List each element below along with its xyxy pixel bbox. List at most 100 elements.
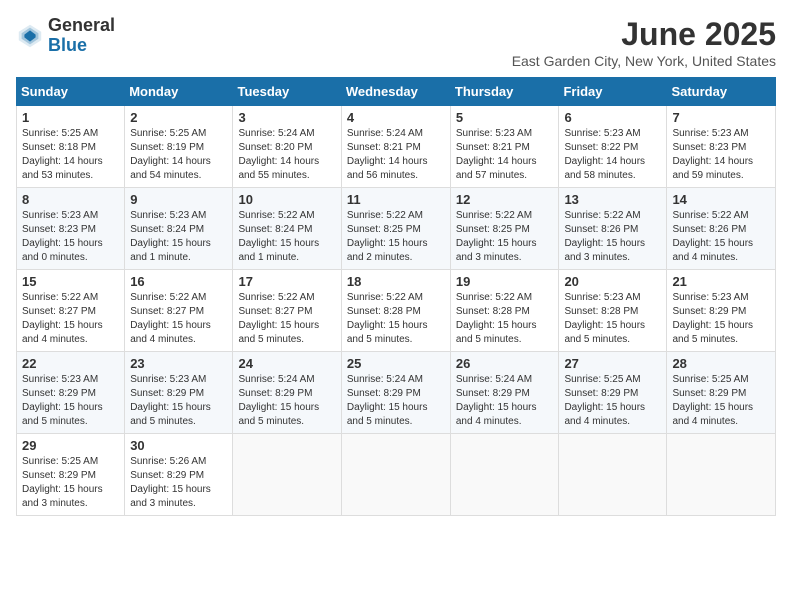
day-number: 19	[456, 274, 554, 289]
calendar-cell: 29 Sunrise: 5:25 AMSunset: 8:29 PMDayligh…	[17, 434, 125, 516]
day-number: 22	[22, 356, 119, 371]
day-number: 29	[22, 438, 119, 453]
day-of-week-header: Thursday	[450, 78, 559, 106]
day-of-week-header: Wednesday	[341, 78, 450, 106]
calendar-cell: 9 Sunrise: 5:23 AMSunset: 8:24 PMDaylight…	[125, 188, 233, 270]
calendar-cell: 1 Sunrise: 5:25 AMSunset: 8:18 PMDaylight…	[17, 106, 125, 188]
calendar-header-row: SundayMondayTuesdayWednesdayThursdayFrid…	[17, 78, 776, 106]
calendar-row: 15 Sunrise: 5:22 AMSunset: 8:27 PMDayligh…	[17, 270, 776, 352]
calendar-cell: 11 Sunrise: 5:22 AMSunset: 8:25 PMDayligh…	[341, 188, 450, 270]
day-info: Sunrise: 5:23 AMSunset: 8:29 PMDaylight:…	[130, 373, 227, 429]
day-number: 7	[672, 110, 770, 125]
calendar-title: June 2025	[512, 16, 776, 53]
day-number: 15	[22, 274, 119, 289]
day-number: 12	[456, 192, 554, 207]
calendar-cell: 24 Sunrise: 5:24 AMSunset: 8:29 PMDayligh…	[233, 352, 341, 434]
day-number: 3	[238, 110, 335, 125]
calendar-cell: 28 Sunrise: 5:25 AMSunset: 8:29 PMDayligh…	[667, 352, 776, 434]
day-info: Sunrise: 5:25 AMSunset: 8:29 PMDaylight:…	[672, 373, 770, 429]
day-info: Sunrise: 5:23 AMSunset: 8:24 PMDaylight:…	[130, 209, 227, 265]
day-info: Sunrise: 5:22 AMSunset: 8:24 PMDaylight:…	[238, 209, 335, 265]
calendar-cell: 14Sunrise: 5:22 AMSunset: 8:26 PMDayligh…	[667, 188, 776, 270]
calendar-location: East Garden City, New York, United State…	[512, 53, 776, 69]
calendar-cell: 20Sunrise: 5:23 AMSunset: 8:28 PMDayligh…	[559, 270, 667, 352]
day-info: Sunrise: 5:22 AMSunset: 8:25 PMDaylight:…	[456, 209, 554, 265]
day-number: 1	[22, 110, 119, 125]
calendar-cell: 4 Sunrise: 5:24 AMSunset: 8:21 PMDaylight…	[341, 106, 450, 188]
calendar-cell: 2 Sunrise: 5:25 AMSunset: 8:19 PMDaylight…	[125, 106, 233, 188]
day-info: Sunrise: 5:23 AMSunset: 8:23 PMDaylight:…	[672, 127, 770, 183]
calendar-cell: 8 Sunrise: 5:23 AMSunset: 8:23 PMDaylight…	[17, 188, 125, 270]
day-number: 28	[672, 356, 770, 371]
day-number: 9	[130, 192, 227, 207]
day-info: Sunrise: 5:22 AMSunset: 8:28 PMDaylight:…	[456, 291, 554, 347]
calendar-cell	[667, 434, 776, 516]
day-of-week-header: Sunday	[17, 78, 125, 106]
day-info: Sunrise: 5:22 AMSunset: 8:28 PMDaylight:…	[347, 291, 445, 347]
day-number: 5	[456, 110, 554, 125]
day-info: Sunrise: 5:22 AMSunset: 8:26 PMDaylight:…	[564, 209, 661, 265]
day-number: 4	[347, 110, 445, 125]
day-info: Sunrise: 5:25 AMSunset: 8:29 PMDaylight:…	[22, 455, 119, 511]
calendar-cell: 30Sunrise: 5:26 AMSunset: 8:29 PMDayligh…	[125, 434, 233, 516]
day-info: Sunrise: 5:22 AMSunset: 8:27 PMDaylight:…	[130, 291, 227, 347]
day-info: Sunrise: 5:25 AMSunset: 8:18 PMDaylight:…	[22, 127, 119, 183]
day-number: 26	[456, 356, 554, 371]
logo: General Blue	[16, 16, 115, 56]
calendar-cell: 7 Sunrise: 5:23 AMSunset: 8:23 PMDaylight…	[667, 106, 776, 188]
day-info: Sunrise: 5:23 AMSunset: 8:23 PMDaylight:…	[22, 209, 119, 265]
day-number: 18	[347, 274, 445, 289]
day-number: 24	[238, 356, 335, 371]
day-number: 8	[22, 192, 119, 207]
calendar-table: SundayMondayTuesdayWednesdayThursdayFrid…	[16, 77, 776, 516]
day-info: Sunrise: 5:22 AMSunset: 8:25 PMDaylight:…	[347, 209, 445, 265]
calendar-cell	[341, 434, 450, 516]
day-info: Sunrise: 5:22 AMSunset: 8:27 PMDaylight:…	[238, 291, 335, 347]
logo-icon	[16, 22, 44, 50]
day-info: Sunrise: 5:24 AMSunset: 8:29 PMDaylight:…	[238, 373, 335, 429]
calendar-cell	[450, 434, 559, 516]
calendar-cell: 19 Sunrise: 5:22 AMSunset: 8:28 PMDayligh…	[450, 270, 559, 352]
title-block: June 2025 East Garden City, New York, Un…	[512, 16, 776, 69]
day-of-week-header: Friday	[559, 78, 667, 106]
day-number: 6	[564, 110, 661, 125]
day-info: Sunrise: 5:23 AMSunset: 8:22 PMDaylight:…	[564, 127, 661, 183]
calendar-row: 8 Sunrise: 5:23 AMSunset: 8:23 PMDaylight…	[17, 188, 776, 270]
day-of-week-header: Saturday	[667, 78, 776, 106]
day-number: 2	[130, 110, 227, 125]
day-number: 20	[564, 274, 661, 289]
day-info: Sunrise: 5:22 AMSunset: 8:27 PMDaylight:…	[22, 291, 119, 347]
day-number: 10	[238, 192, 335, 207]
day-info: Sunrise: 5:25 AMSunset: 8:29 PMDaylight:…	[564, 373, 661, 429]
calendar-cell: 5Sunrise: 5:23 AMSunset: 8:21 PMDaylight…	[450, 106, 559, 188]
day-of-week-header: Tuesday	[233, 78, 341, 106]
day-number: 27	[564, 356, 661, 371]
calendar-row: 29 Sunrise: 5:25 AMSunset: 8:29 PMDayligh…	[17, 434, 776, 516]
day-info: Sunrise: 5:25 AMSunset: 8:19 PMDaylight:…	[130, 127, 227, 183]
calendar-cell: 25 Sunrise: 5:24 AMSunset: 8:29 PMDayligh…	[341, 352, 450, 434]
calendar-cell	[233, 434, 341, 516]
logo-blue: Blue	[48, 36, 115, 56]
calendar-cell: 21Sunrise: 5:23 AMSunset: 8:29 PMDayligh…	[667, 270, 776, 352]
day-info: Sunrise: 5:23 AMSunset: 8:29 PMDaylight:…	[672, 291, 770, 347]
calendar-cell: 15 Sunrise: 5:22 AMSunset: 8:27 PMDayligh…	[17, 270, 125, 352]
calendar-cell: 18 Sunrise: 5:22 AMSunset: 8:28 PMDayligh…	[341, 270, 450, 352]
day-info: Sunrise: 5:24 AMSunset: 8:29 PMDaylight:…	[456, 373, 554, 429]
day-number: 11	[347, 192, 445, 207]
day-info: Sunrise: 5:24 AMSunset: 8:29 PMDaylight:…	[347, 373, 445, 429]
calendar-row: 1 Sunrise: 5:25 AMSunset: 8:18 PMDaylight…	[17, 106, 776, 188]
day-number: 30	[130, 438, 227, 453]
calendar-row: 22 Sunrise: 5:23 AMSunset: 8:29 PMDayligh…	[17, 352, 776, 434]
day-number: 17	[238, 274, 335, 289]
calendar-cell: 17 Sunrise: 5:22 AMSunset: 8:27 PMDayligh…	[233, 270, 341, 352]
day-number: 25	[347, 356, 445, 371]
day-info: Sunrise: 5:23 AMSunset: 8:29 PMDaylight:…	[22, 373, 119, 429]
calendar-cell: 6 Sunrise: 5:23 AMSunset: 8:22 PMDaylight…	[559, 106, 667, 188]
calendar-cell: 26 Sunrise: 5:24 AMSunset: 8:29 PMDayligh…	[450, 352, 559, 434]
calendar-cell: 10 Sunrise: 5:22 AMSunset: 8:24 PMDayligh…	[233, 188, 341, 270]
day-number: 14	[672, 192, 770, 207]
day-number: 23	[130, 356, 227, 371]
day-number: 13	[564, 192, 661, 207]
day-info: Sunrise: 5:24 AMSunset: 8:21 PMDaylight:…	[347, 127, 445, 183]
day-of-week-header: Monday	[125, 78, 233, 106]
